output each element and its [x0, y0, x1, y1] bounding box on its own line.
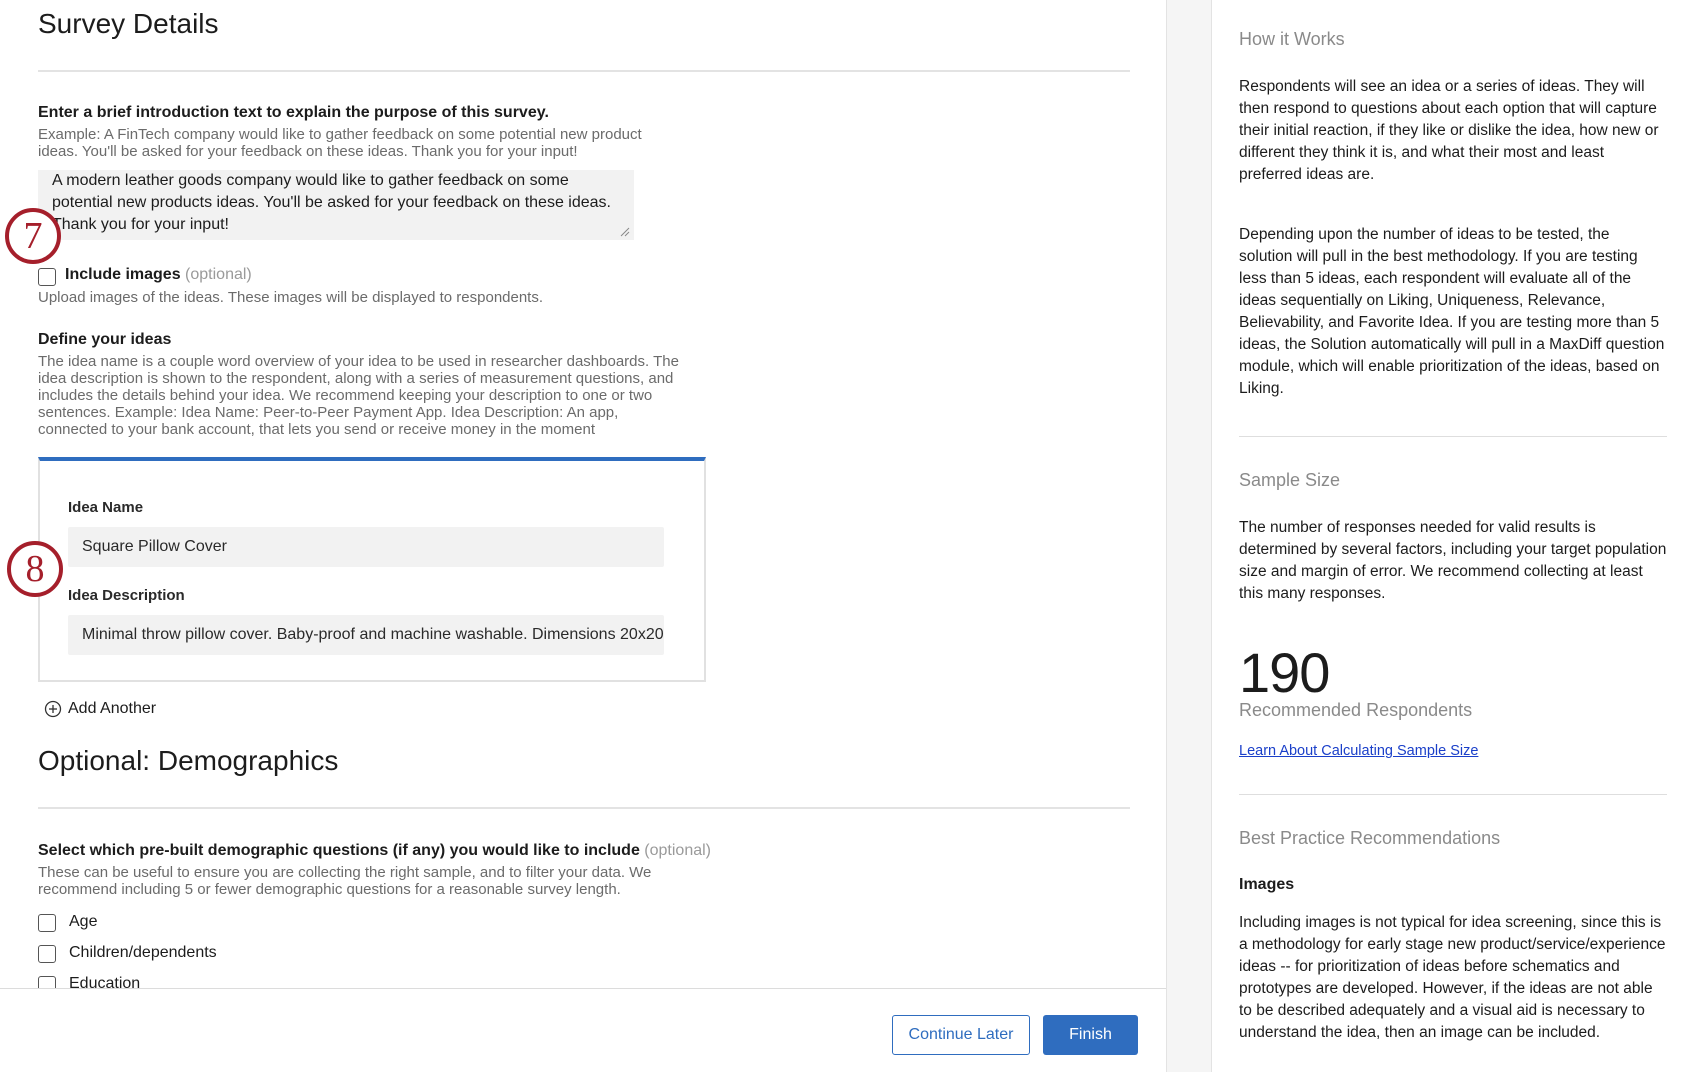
intro-help-line-2: ideas. You'll be asked for your feedback…: [38, 143, 578, 160]
demographic-label-education: Education: [69, 975, 141, 988]
callout-marker-8: 8: [7, 541, 63, 597]
sidebar-gutter: [1166, 0, 1212, 1072]
demographics-optional: (optional): [644, 842, 711, 859]
demographics-divider: [38, 807, 1130, 809]
define-ideas-help-2: idea description is shown to the respond…: [38, 370, 674, 387]
section-divider: [38, 70, 1130, 72]
demographics-help-2: recommend including 5 or fewer demograph…: [38, 881, 621, 898]
demographics-select-text: Select which pre-built demographic quest…: [38, 842, 640, 859]
idea-name-label: Idea Name: [68, 499, 144, 516]
define-ideas-help-3: includes the details behind your idea. W…: [38, 387, 653, 404]
add-another-label: Add Another: [68, 700, 157, 717]
best-practice-title: Best Practice Recommendations: [1239, 828, 1501, 848]
idea-description-label: Idea Description: [68, 587, 185, 604]
demographic-checkbox-age[interactable]: [38, 914, 56, 932]
intro-text-area[interactable]: A modern leather goods company would lik…: [38, 170, 634, 240]
continue-later-button[interactable]: Continue Later: [892, 1015, 1030, 1055]
include-images-optional: (optional): [185, 266, 252, 283]
demographics-select-label: Select which pre-built demographic quest…: [38, 842, 711, 860]
plus-circle-icon: [44, 700, 62, 718]
survey-main-panel: Survey Details Enter a brief introductio…: [0, 0, 1166, 988]
resize-grip-icon[interactable]: [620, 227, 630, 237]
demographics-title: Optional: Demographics: [38, 745, 339, 776]
define-ideas-label: Define your ideas: [38, 331, 172, 348]
recommended-respondents-label: Recommended Respondents: [1239, 700, 1473, 720]
include-images-checkbox[interactable]: [38, 268, 56, 286]
callout-marker-7: 7: [5, 208, 61, 264]
demographic-label-children: Children/dependents: [69, 944, 217, 961]
demographic-label-age: Age: [69, 913, 98, 930]
sample-size-title: Sample Size: [1239, 470, 1341, 490]
how-it-works-title: How it Works: [1239, 29, 1345, 49]
define-ideas-help-5: connected to your bank account, that let…: [38, 421, 595, 438]
sidebar-divider-1: [1239, 436, 1667, 437]
images-recommendation-text: Including images is not typical for idea…: [1239, 914, 1666, 1041]
sidebar-divider-2: [1239, 794, 1667, 795]
idea-description-input[interactable]: Minimal throw pillow cover. Baby-proof a…: [68, 615, 664, 655]
demographics-help-1: These can be useful to ensure you are co…: [38, 864, 652, 881]
sample-size-text: The number of responses needed for valid…: [1239, 519, 1667, 602]
define-ideas-help-4: sentences. Example: Idea Name: Peer-to-P…: [38, 404, 619, 421]
idea-name-input[interactable]: Square Pillow Cover: [68, 527, 664, 567]
footer-divider: [0, 988, 1166, 989]
define-ideas-help-1: The idea name is a couple word overview …: [38, 353, 679, 370]
images-heading: Images: [1239, 876, 1295, 893]
add-another-button[interactable]: Add Another: [44, 698, 156, 720]
learn-sample-size-link[interactable]: Learn About Calculating Sample Size: [1239, 743, 1478, 759]
demographic-checkbox-education[interactable]: [38, 976, 56, 988]
demographic-checkbox-children[interactable]: [38, 945, 56, 963]
how-it-works-paragraph-2: Depending upon the number of ideas to be…: [1239, 226, 1665, 397]
intro-help-line-1: Example: A FinTech company would like to…: [38, 126, 642, 143]
include-images-label-text: Include images: [65, 266, 181, 283]
include-images-label: Include images (optional): [65, 266, 252, 284]
recommended-respondents-number: 190: [1239, 641, 1330, 704]
intro-question-label: Enter a brief introduction text to expla…: [38, 104, 549, 121]
guidance-sidebar: How it Works Respondents will see an ide…: [1212, 0, 1700, 1072]
finish-button[interactable]: Finish: [1043, 1015, 1138, 1055]
survey-details-title: Survey Details: [38, 8, 219, 39]
idea-card: Idea Name Square Pillow Cover Idea Descr…: [38, 457, 706, 682]
include-images-help: Upload images of the ideas. These images…: [38, 289, 544, 306]
how-it-works-paragraph-1: Respondents will see an idea or a series…: [1239, 78, 1659, 183]
